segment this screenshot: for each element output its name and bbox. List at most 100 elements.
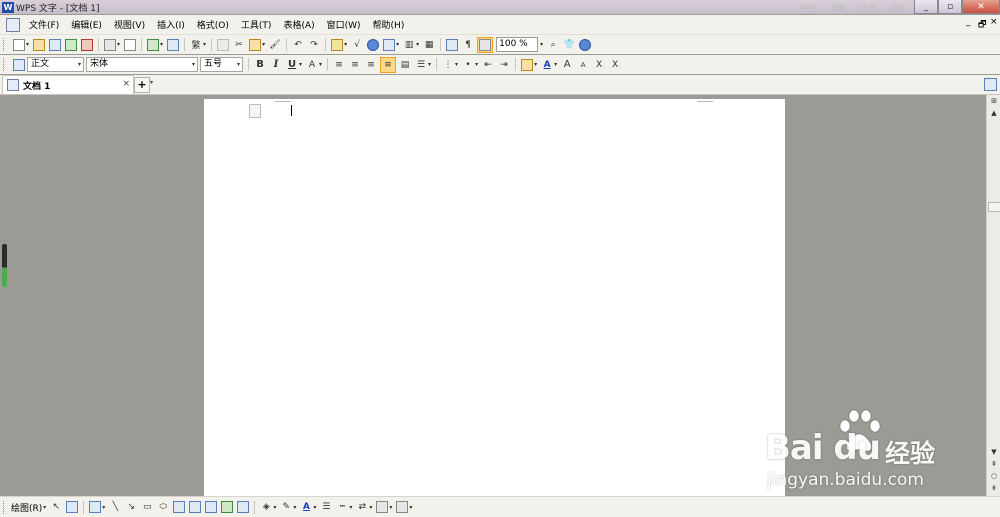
scroll-down-arrow[interactable]: ▼ xyxy=(988,447,1000,458)
increase-indent-icon[interactable]: ⇥ xyxy=(497,58,511,72)
autoshapes-icon[interactable] xyxy=(88,500,102,514)
cut-icon[interactable]: ✂ xyxy=(232,38,246,52)
diagram-icon[interactable] xyxy=(220,500,234,514)
zoom-field[interactable]: 100 % xyxy=(496,37,539,52)
highlight-icon[interactable] xyxy=(520,58,534,72)
menu-tools[interactable]: 工具(T) xyxy=(235,18,278,31)
new-tab-dropdown-icon[interactable]: ▾ xyxy=(150,79,153,86)
spell-check-icon[interactable] xyxy=(146,38,160,52)
italic-button[interactable]: I xyxy=(269,58,283,72)
scroll-up-arrow[interactable]: ▲ xyxy=(988,108,1000,119)
vertical-textbox-icon[interactable] xyxy=(188,500,202,514)
save-as-icon[interactable] xyxy=(64,38,78,52)
document-map-icon[interactable] xyxy=(166,38,180,52)
line-color-icon[interactable]: ✎ xyxy=(279,500,293,514)
menu-file[interactable]: 文件(F) xyxy=(23,18,65,31)
styles-pane-icon[interactable] xyxy=(12,58,26,72)
simplified-traditional-icon[interactable]: 繁 xyxy=(189,38,203,52)
copy-icon[interactable] xyxy=(216,38,230,52)
redo-icon[interactable]: ↷ xyxy=(307,38,321,52)
rectangle-icon[interactable]: ▭ xyxy=(140,500,154,514)
insert-field-icon[interactable] xyxy=(330,38,344,52)
doc-close-button[interactable]: × xyxy=(990,17,998,27)
grow-font-button[interactable]: A xyxy=(560,58,574,72)
font-color-button[interactable]: A xyxy=(540,58,554,72)
bullets-icon[interactable]: • xyxy=(461,58,475,72)
document-menu-icon[interactable] xyxy=(6,17,20,32)
align-center-icon[interactable]: ≡ xyxy=(348,58,362,72)
style-select[interactable]: 正文 ▾ xyxy=(27,57,84,72)
next-page-icon[interactable]: ⇟ xyxy=(988,483,1000,494)
font-size-select[interactable]: 五号 ▾ xyxy=(200,57,243,72)
text-effect-icon[interactable]: A xyxy=(305,58,319,72)
columns-icon[interactable]: ▥ xyxy=(402,38,416,52)
arrow-style-icon[interactable]: ⇄ xyxy=(355,500,369,514)
menu-format[interactable]: 格式(O) xyxy=(191,18,235,31)
save-icon[interactable] xyxy=(48,38,62,52)
reading-mode-icon[interactable] xyxy=(477,36,494,53)
help-icon[interactable] xyxy=(578,38,592,52)
find-icon[interactable]: ⌕ xyxy=(546,38,560,52)
distributed-align-icon[interactable]: ▤ xyxy=(398,58,412,72)
open-folder-icon[interactable] xyxy=(32,38,46,52)
menu-view[interactable]: 视图(V) xyxy=(108,18,151,31)
textbox-icon[interactable] xyxy=(172,500,186,514)
new-document-icon[interactable] xyxy=(12,38,26,52)
arrow-icon[interactable]: ↘ xyxy=(124,500,138,514)
tab-close-icon[interactable]: × xyxy=(122,79,130,89)
drawing-menu[interactable]: 绘图(R) xyxy=(11,501,42,514)
wordart-icon[interactable] xyxy=(204,500,218,514)
export-pdf-icon[interactable] xyxy=(80,38,94,52)
select-objects-icon[interactable]: ↖ xyxy=(49,500,63,514)
minimize-button[interactable]: _ xyxy=(914,0,938,14)
document-tab[interactable]: 文档 1 × xyxy=(2,75,134,94)
fill-color-icon[interactable]: ◈ xyxy=(259,500,273,514)
format-painter-icon[interactable]: 🖌 xyxy=(268,38,282,52)
menu-table[interactable]: 表格(A) xyxy=(277,18,320,31)
toolbar-grip[interactable] xyxy=(3,38,7,51)
document-page[interactable] xyxy=(204,99,785,496)
menu-insert[interactable]: 插入(I) xyxy=(151,18,191,31)
align-left-icon[interactable]: ≡ xyxy=(332,58,346,72)
insert-table-icon[interactable] xyxy=(382,38,396,52)
menu-window[interactable]: 窗口(W) xyxy=(321,18,367,31)
doc-minimize-button[interactable]: _ xyxy=(966,17,971,27)
undo-icon[interactable]: ↶ xyxy=(291,38,305,52)
oval-icon[interactable]: ⬭ xyxy=(156,500,170,514)
toolbar-grip[interactable] xyxy=(3,500,7,514)
font-select[interactable]: 宋体 ▾ xyxy=(86,57,198,72)
print-preview-icon[interactable] xyxy=(123,38,137,52)
formula-icon[interactable]: √ xyxy=(350,38,364,52)
subscript-button[interactable]: X xyxy=(608,58,622,72)
shadow-icon[interactable] xyxy=(375,500,389,514)
picture-icon[interactable] xyxy=(445,38,459,52)
line-spacing-icon[interactable]: ☰ xyxy=(414,58,428,72)
select-browse-object-icon[interactable]: ○ xyxy=(988,471,1000,482)
line-icon[interactable]: ╲ xyxy=(108,500,122,514)
previous-page-icon[interactable]: ⇞ xyxy=(988,459,1000,470)
doc-restore-button[interactable]: 🗗 xyxy=(978,17,986,33)
underline-button[interactable]: U xyxy=(285,58,299,72)
menu-help[interactable]: 帮助(H) xyxy=(367,18,411,31)
ruler-toggle-icon[interactable]: ⊞ xyxy=(988,96,1000,107)
numbering-icon[interactable]: ⋮ xyxy=(441,58,455,72)
3d-style-icon[interactable] xyxy=(395,500,409,514)
show-marks-icon[interactable]: ¶ xyxy=(461,38,475,52)
vertical-scrollbar[interactable]: ⊞ ▲ ▼ ⇞ ○ ⇟ xyxy=(986,95,1000,496)
shrink-font-button[interactable]: A xyxy=(576,58,590,72)
justify-icon[interactable]: ≡ xyxy=(380,56,397,73)
insert-picture-icon[interactable] xyxy=(236,500,250,514)
paste-icon[interactable] xyxy=(248,38,262,52)
skin-icon[interactable]: 👕 xyxy=(562,38,576,52)
menu-edit[interactable]: 编辑(E) xyxy=(65,18,108,31)
superscript-button[interactable]: X xyxy=(592,58,606,72)
align-right-icon[interactable]: ≡ xyxy=(364,58,378,72)
close-button[interactable]: ✕ xyxy=(962,0,1000,14)
print-icon[interactable] xyxy=(103,38,117,52)
scroll-thumb[interactable] xyxy=(988,202,1000,212)
bold-button[interactable]: B xyxy=(253,58,267,72)
draw-font-color-icon[interactable]: A xyxy=(299,500,313,514)
hyperlink-icon[interactable] xyxy=(366,38,380,52)
line-style-icon[interactable]: ☰ xyxy=(319,500,333,514)
dash-style-icon[interactable]: ┅ xyxy=(335,500,349,514)
